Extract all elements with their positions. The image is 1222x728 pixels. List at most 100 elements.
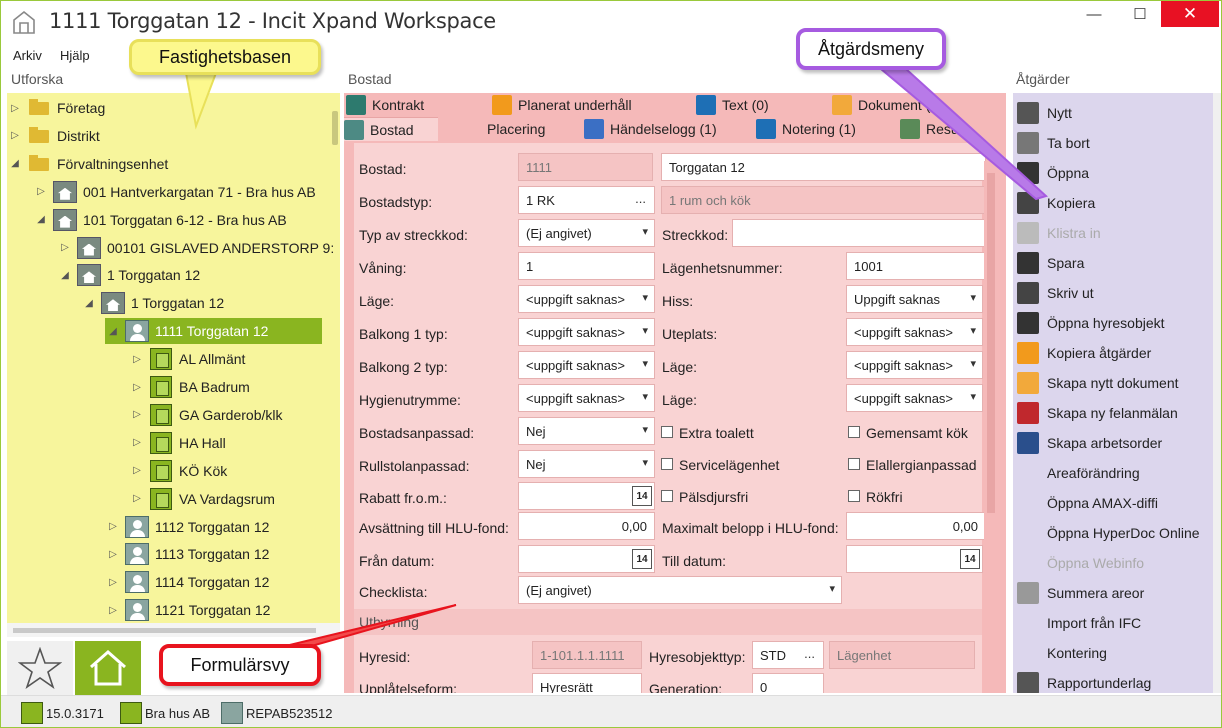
expand-arrow-icon[interactable]: ▷ <box>129 493 145 504</box>
rokfri-checkbox[interactable] <box>848 490 860 502</box>
generation-field[interactable]: 0 <box>752 673 824 693</box>
tree-item[interactable]: ▷ HA Hall <box>129 430 226 456</box>
bostadsanpassad-select[interactable]: Nej <box>518 417 655 445</box>
tree-item[interactable]: ▷ 1113 Torggatan 12 <box>105 541 269 567</box>
collapse-arrow-icon[interactable]: ◢ <box>81 298 97 309</box>
action-item[interactable]: Öppna HyperDoc Online <box>1013 519 1213 547</box>
tree-item[interactable]: ◢ 101 Torggatan 6-12 - Bra hus AB <box>33 207 287 233</box>
tree-item[interactable]: ▷ 1114 Torggatan 12 <box>105 569 269 595</box>
action-item[interactable]: Spara <box>1013 249 1213 277</box>
tab-resource-icon[interactable]: Resu <box>900 117 959 141</box>
expand-arrow-icon[interactable]: ▷ <box>7 130 23 141</box>
action-item[interactable]: Summera areor <box>1013 579 1213 607</box>
expand-arrow-icon[interactable]: ▷ <box>129 382 145 393</box>
action-item[interactable]: Areaförändring <box>1013 459 1213 487</box>
favorites-button[interactable] <box>7 641 73 695</box>
calendar-icon[interactable]: 14 <box>632 486 652 506</box>
rabatt-date-input[interactable]: 14 <box>518 482 655 510</box>
tab-placering[interactable]: Placering <box>487 117 545 141</box>
tree-item[interactable]: ◢ Förvaltningsenhet <box>7 151 168 177</box>
tab-note-icon[interactable]: Notering (1) <box>756 117 856 141</box>
tree-vertical-scrollbar[interactable] <box>329 93 340 623</box>
tree-item[interactable]: ▷ AL Allmänt <box>129 346 245 372</box>
expand-arrow-icon[interactable]: ▷ <box>57 242 73 253</box>
expand-arrow-icon[interactable]: ▷ <box>105 605 121 616</box>
tree-item[interactable]: ◢ 1 Torggatan 12 <box>57 262 200 288</box>
action-item[interactable]: Skapa nytt dokument <box>1013 369 1213 397</box>
expand-arrow-icon[interactable]: ▷ <box>129 354 145 365</box>
expand-arrow-icon[interactable]: ▷ <box>129 409 145 420</box>
action-item[interactable]: Skriv ut <box>1013 279 1213 307</box>
elallergianpassad-checkbox[interactable] <box>848 458 860 470</box>
expand-arrow-icon[interactable]: ▷ <box>129 465 145 476</box>
tree-item[interactable]: ▷ KÖ Kök <box>129 458 227 484</box>
tree-item[interactable]: ▷ Företag <box>7 95 105 121</box>
balkong2-select[interactable]: <uppgift saknas> <box>518 351 655 379</box>
tab-maintenance-icon[interactable]: Planerat underhåll <box>492 93 632 117</box>
expand-arrow-icon[interactable]: ▷ <box>105 521 121 532</box>
lagenhetsnummer-input[interactable]: 1001 <box>846 252 986 280</box>
bostadstyp-field[interactable]: 1 RK <box>518 186 655 214</box>
streckkod-typ-select[interactable]: (Ej angivet) <box>518 219 655 247</box>
tree-item[interactable]: ▷ 1121 Torggatan 12 <box>105 597 270 623</box>
vaning-input[interactable]: 1 <box>518 252 655 280</box>
tree-item[interactable]: ▷ Distrikt <box>7 123 100 149</box>
lage3-select[interactable]: <uppgift saknas> <box>846 384 983 412</box>
extra-toalett-checkbox[interactable] <box>661 426 673 438</box>
tab-apartment-icon[interactable]: Bostad <box>344 117 438 141</box>
tree-item[interactable]: ◢ 1111 Torggatan 12 <box>105 318 322 345</box>
tab-contract-icon[interactable]: Kontrakt <box>346 93 424 117</box>
uteplats-select[interactable]: <uppgift saknas> <box>846 318 983 346</box>
action-item[interactable]: Skapa arbetsorder <box>1013 429 1213 457</box>
tree-item[interactable]: ▷ 00101 GISLAVED ANDERSTORP 9: <box>57 235 334 261</box>
tree-item[interactable]: ▷ 001 Hantverkargatan 71 - Bra hus AB <box>33 179 316 205</box>
menu-hjalp[interactable]: Hjälp <box>60 48 90 63</box>
servicelagenhet-checkbox[interactable] <box>661 458 673 470</box>
till-datum-input[interactable]: 14 <box>846 545 983 573</box>
fran-datum-input[interactable]: 14 <box>518 545 655 573</box>
tree-horizontal-scrollbar[interactable] <box>7 623 340 637</box>
palsdjursfri-checkbox[interactable] <box>661 490 673 502</box>
hlu-fond-input[interactable]: 0,00 <box>518 512 655 540</box>
action-item[interactable]: Kontering <box>1013 639 1213 667</box>
lage-select[interactable]: <uppgift saknas> <box>518 285 655 313</box>
action-item[interactable]: Kopiera åtgärder <box>1013 339 1213 367</box>
calendar-icon[interactable]: 14 <box>960 549 980 569</box>
collapse-arrow-icon[interactable]: ◢ <box>33 214 49 225</box>
actions-scrollbar[interactable] <box>1213 93 1221 693</box>
tree-item[interactable]: ▷ BA Badrum <box>129 374 250 400</box>
streckkod-input[interactable] <box>732 219 986 247</box>
tree-item[interactable]: ▷ GA Garderob/klk <box>129 402 283 428</box>
action-item[interactable]: Rapportunderlag <box>1013 669 1213 693</box>
bostad-name-field[interactable]: Torggatan 12 <box>661 153 986 181</box>
action-item[interactable]: Skapa ny felanmälan <box>1013 399 1213 427</box>
balkong1-select[interactable]: <uppgift saknas> <box>518 318 655 346</box>
calendar-icon[interactable]: 14 <box>632 549 652 569</box>
rullstolanpassad-select[interactable]: Nej <box>518 450 655 478</box>
hiss-select[interactable]: Uppgift saknas <box>846 285 983 313</box>
expand-arrow-icon[interactable]: ▷ <box>33 186 49 197</box>
menu-arkiv[interactable]: Arkiv <box>13 48 42 63</box>
close-button[interactable]: ✕ <box>1161 1 1219 27</box>
action-item[interactable]: Öppna AMAX-diffi <box>1013 489 1213 517</box>
action-item[interactable]: Öppna <box>1013 159 1213 187</box>
collapse-arrow-icon[interactable]: ◢ <box>7 158 23 169</box>
action-item[interactable]: Import från IFC <box>1013 609 1213 637</box>
tree-item[interactable]: ◢ 1 Torggatan 12 <box>81 290 224 316</box>
tree-item[interactable]: ▷ 1112 Torggatan 12 <box>105 514 269 540</box>
tab-event-log-icon[interactable]: Händelselogg (1) <box>584 117 717 141</box>
expand-arrow-icon[interactable]: ▷ <box>105 549 121 560</box>
upplatelseform-field[interactable]: Hyresrätt <box>532 673 642 693</box>
expand-arrow-icon[interactable]: ▷ <box>129 437 145 448</box>
action-item[interactable]: Nytt <box>1013 99 1213 127</box>
checklista-select[interactable]: (Ej angivet) <box>518 576 842 604</box>
home-button[interactable] <box>75 641 141 695</box>
expand-arrow-icon[interactable]: ▷ <box>7 103 23 114</box>
minimize-button[interactable]: — <box>1071 1 1117 27</box>
collapse-arrow-icon[interactable]: ◢ <box>105 326 121 337</box>
maximize-button[interactable]: ☐ <box>1117 1 1163 27</box>
form-vertical-scrollbar[interactable] <box>984 161 998 683</box>
action-item[interactable]: Kopiera <box>1013 189 1213 217</box>
hygienutrymme-select[interactable]: <uppgift saknas> <box>518 384 655 412</box>
hyresobjekttyp-field[interactable]: STD <box>752 641 824 669</box>
